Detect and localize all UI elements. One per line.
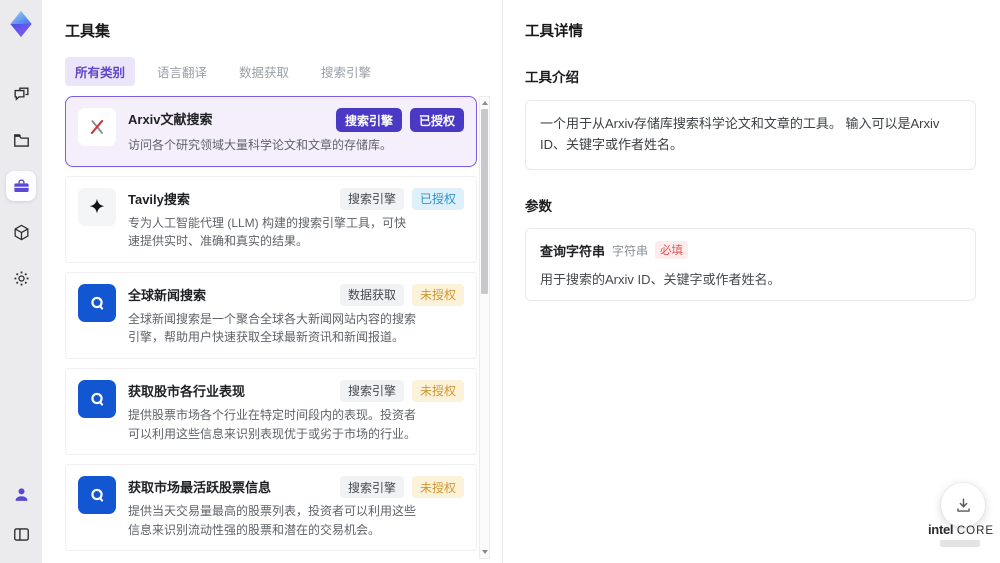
- tool-card-global-news[interactable]: 全球新闻搜索 数据获取 未授权 全球新闻搜索是一个聚合全球各大新闻网站内容的搜索…: [65, 271, 477, 359]
- tab-all-categories[interactable]: 所有类别: [65, 57, 136, 86]
- chat-icon: [13, 86, 29, 101]
- tool-list-panel: 工具集 所有类别 语言翻译 数据获取 搜索引擎 Arxiv文献搜索 搜索引擎 已…: [42, 0, 502, 563]
- tab-search-engine[interactable]: 搜索引擎: [311, 57, 381, 86]
- tool-title: 获取市场最活跃股票信息: [128, 480, 272, 496]
- cube-icon: [14, 224, 28, 240]
- app-logo-icon: [6, 9, 36, 39]
- intro-box: 一个用于从Arxiv存储库搜索科学论文和文章的工具。 输入可以是Arxiv ID…: [525, 100, 976, 170]
- download-button[interactable]: [941, 483, 985, 527]
- status-badge: 已授权: [409, 108, 464, 132]
- tool-description: 访问各个研究领域大量科学论文和文章的存储库。: [128, 138, 393, 152]
- status-badge: 未授权: [411, 379, 464, 402]
- tool-card-tavily[interactable]: Tavily搜索 搜索引擎 已授权 专为人工智能代理 (LLM) 构建的搜索引擎…: [65, 175, 477, 263]
- category-badge: 数据获取: [339, 283, 404, 306]
- param-card: 查询字符串 字符串 必填 用于搜索的Arxiv ID、关键字或作者姓名。: [525, 227, 976, 301]
- gear-icon: [14, 271, 28, 285]
- tool-list: Arxiv文献搜索 搜索引擎 已授权 访问各个研究领域大量科学论文和文章的存储库…: [65, 96, 477, 559]
- tool-detail-panel: 工具详情 工具介绍 一个用于从Arxiv存储库搜索科学论文和文章的工具。 输入可…: [502, 0, 1000, 563]
- sidebar-item-settings[interactable]: [6, 263, 36, 293]
- tool-description: 提供股票市场各个行业在特定时间段内的表现。投资者可以利用这些信息来识别表现优于或…: [128, 407, 417, 441]
- news-app-logo-icon: [78, 283, 116, 322]
- news-app-logo-icon: [78, 379, 116, 418]
- tab-language-translation[interactable]: 语言翻译: [147, 57, 217, 86]
- intel-core-badge: intel CORE: [928, 522, 995, 547]
- tavily-logo-icon: [78, 187, 116, 226]
- params-heading: 参数: [525, 198, 552, 214]
- tool-description: 提供当天交易量最高的股票列表，投资者可以利用这些信息来识别流动性强的股票和潜在的…: [128, 504, 417, 537]
- param-name: 查询字符串: [540, 243, 606, 259]
- scroll-down-arrow-icon[interactable]: [480, 547, 489, 557]
- page-title: 工具集: [65, 23, 111, 40]
- folder-icon: [13, 133, 29, 147]
- tool-card-arxiv[interactable]: Arxiv文献搜索 搜索引擎 已授权 访问各个研究领域大量科学论文和文章的存储库…: [65, 96, 477, 167]
- brand-core: CORE: [956, 525, 995, 537]
- list-scrollbar[interactable]: [479, 96, 490, 559]
- sidebar-item-files[interactable]: [6, 125, 36, 155]
- panel-toggle-icon: [13, 527, 29, 541]
- tool-card-sector-performance[interactable]: 获取股市各行业表现 搜索引擎 未授权 提供股票市场各个行业在特定时间段内的表现。…: [65, 367, 477, 456]
- tool-title: Tavily搜索: [128, 191, 190, 207]
- brand-intel: intel: [928, 522, 954, 537]
- tool-description: 全球新闻搜索是一个聚合全球各大新闻网站内容的搜索引擎，帮助用户快速获取全球最新资…: [128, 311, 417, 345]
- param-description: 用于搜索的Arxiv ID、关键字或作者姓名。: [540, 271, 781, 287]
- sidebar-item-tools[interactable]: [6, 171, 36, 201]
- detail-title: 工具详情: [525, 24, 583, 40]
- sidebar-item-chat[interactable]: [6, 79, 36, 109]
- tool-title: 全球新闻搜索: [128, 287, 207, 303]
- category-tabs: 所有类别 语言翻译 数据获取 搜索引擎: [65, 57, 502, 86]
- intro-heading: 工具介绍: [525, 70, 579, 85]
- scrollbar-thumb[interactable]: [481, 109, 488, 294]
- status-badge: 未授权: [411, 476, 464, 499]
- category-badge: 搜索引擎: [339, 379, 404, 402]
- param-required-badge: 必填: [655, 241, 689, 260]
- toolbox-icon: [13, 178, 29, 192]
- news-app-logo-icon: [78, 476, 116, 515]
- sidebar-item-models[interactable]: [6, 217, 36, 247]
- sidebar-item-account[interactable]: [6, 479, 36, 509]
- download-icon: [956, 497, 970, 512]
- status-badge: 未授权: [411, 283, 464, 306]
- tool-description: 专为人工智能代理 (LLM) 构建的搜索引擎工具，可快速提供实时、准确和真实的结…: [128, 215, 407, 249]
- tool-card-most-active-stocks[interactable]: 获取市场最活跃股票信息 搜索引擎 未授权 提供当天交易量最高的股票列表，投资者可…: [65, 464, 477, 552]
- left-rail: [0, 0, 42, 563]
- status-badge: 已授权: [411, 187, 464, 210]
- arxiv-logo-icon: [78, 108, 116, 146]
- tab-data-fetch[interactable]: 数据获取: [229, 57, 299, 86]
- category-badge: 搜索引擎: [339, 476, 404, 499]
- scroll-up-arrow-icon[interactable]: [480, 98, 489, 108]
- user-icon: [15, 487, 27, 501]
- sidebar-item-panel-toggle[interactable]: [6, 519, 36, 549]
- intel-sub-badge: [940, 540, 980, 547]
- category-badge: 搜索引擎: [339, 187, 404, 210]
- param-type: 字符串: [612, 243, 649, 258]
- tool-title: 获取股市各行业表现: [128, 383, 246, 399]
- tool-title: Arxiv文献搜索: [128, 112, 213, 127]
- category-badge: 搜索引擎: [335, 108, 402, 132]
